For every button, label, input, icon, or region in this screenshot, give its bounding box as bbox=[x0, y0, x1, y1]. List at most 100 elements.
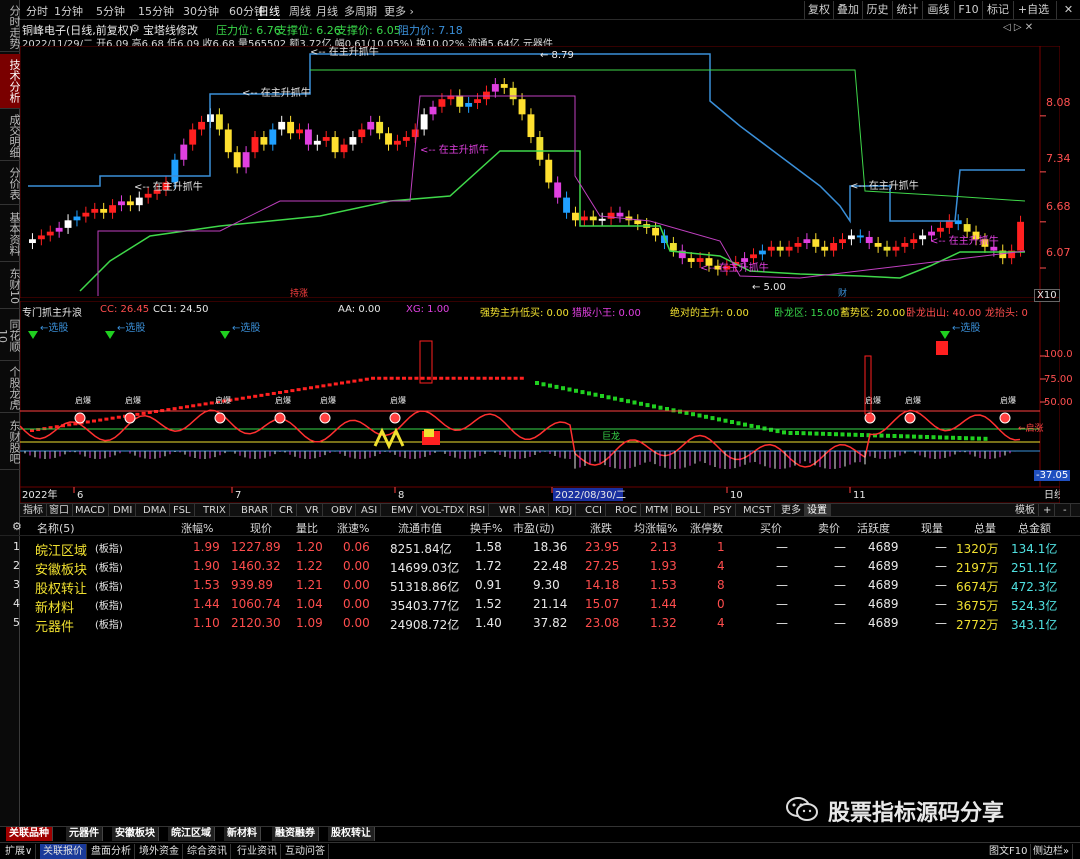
col-header-16[interactable]: 总金额 bbox=[1018, 520, 1051, 536]
ind-right-0[interactable]: 模板 bbox=[1012, 504, 1039, 517]
table-row[interactable]: 3 股权转让 (板指) 1.53 939.89 1.21 0.00 51318.86亿 0.91… bbox=[0, 576, 1080, 597]
ind-tab-21[interactable]: BOLL bbox=[672, 504, 705, 517]
related-tab-6[interactable]: 股权转让 bbox=[328, 827, 375, 841]
col-header-0[interactable]: 名称(5) bbox=[37, 520, 75, 536]
period-2[interactable]: 5分钟 bbox=[96, 3, 125, 19]
toolbar-button-4[interactable]: 画线 bbox=[922, 1, 954, 19]
candlestick-chart[interactable]: ← 8.79 ← 5.00 <-- 在主升抓牛 <-- 在主升抓牛 <-- 在主升抓牛 <… bbox=[20, 46, 1060, 298]
ind-tab-13[interactable]: VOL-TDX bbox=[418, 504, 469, 517]
chart-nav-icons[interactable]: ◁ ▷ ✕ bbox=[1003, 22, 1033, 33]
col-header-1[interactable]: 涨幅% bbox=[181, 520, 213, 536]
toolbar-button-6[interactable]: 标记 bbox=[982, 1, 1013, 19]
sidebar-tab-2[interactable]: 成交明细 bbox=[0, 111, 20, 161]
ind-tab-3[interactable]: DMI bbox=[110, 504, 137, 517]
toolbar-button-7[interactable]: +自选 bbox=[1013, 1, 1053, 19]
ind-tab-19[interactable]: ROC bbox=[612, 504, 641, 517]
toolbar-button-1[interactable]: 叠加 bbox=[833, 1, 862, 19]
ind-tab-20[interactable]: MTM bbox=[642, 504, 673, 517]
toolbar-button-5[interactable]: F10 bbox=[954, 1, 982, 19]
sidebar-tab-0[interactable]: 分时走势 bbox=[0, 2, 20, 52]
status-right-0[interactable]: 图文F10 bbox=[986, 844, 1032, 859]
col-header-7[interactable]: 市盈(动) bbox=[513, 520, 555, 536]
settings-gear-icon[interactable]: ⚙ bbox=[12, 520, 22, 533]
col-header-10[interactable]: 涨停数 bbox=[690, 520, 723, 536]
period-1[interactable]: 1分钟 bbox=[54, 3, 83, 19]
ind-tab-11[interactable]: ASI bbox=[358, 504, 382, 517]
sidebar-tab-1[interactable]: 技术分析 bbox=[0, 54, 20, 109]
table-row[interactable]: 4 新材料 (板指) 1.44 1060.74 1.04 0.00 35403.77亿 1.52… bbox=[0, 595, 1080, 616]
status-item-1[interactable]: 关联报价 bbox=[40, 844, 87, 859]
col-header-13[interactable]: 活跃度 bbox=[857, 520, 890, 536]
related-tab-0[interactable]: 关联品种 bbox=[6, 827, 53, 841]
period-10[interactable]: 更多 › bbox=[384, 3, 414, 19]
ind-tab-17[interactable]: KDJ bbox=[552, 504, 577, 517]
col-header-5[interactable]: 流通市值 bbox=[398, 520, 442, 536]
period-4[interactable]: 30分钟 bbox=[183, 3, 219, 19]
ind-tab-9[interactable]: VR bbox=[302, 504, 323, 517]
ind-tab-1[interactable]: 窗口 bbox=[46, 504, 73, 517]
related-tab-2[interactable]: 安徽板块 bbox=[112, 827, 159, 841]
status-item-6[interactable]: 互动问答 bbox=[282, 844, 329, 859]
ind-tab-22[interactable]: PSY bbox=[710, 504, 736, 517]
ind-right-2[interactable]: - bbox=[1060, 504, 1071, 517]
sidebar-tab-8[interactable]: 东财股吧 bbox=[0, 415, 20, 470]
sidebar-tab-5[interactable]: 东财10 bbox=[0, 264, 20, 309]
col-header-11[interactable]: 买价 bbox=[760, 520, 782, 536]
ind-tab-5[interactable]: FSL bbox=[170, 504, 195, 517]
ind-tab-18[interactable]: CCI bbox=[582, 504, 606, 517]
ind-tab-8[interactable]: CR bbox=[276, 504, 297, 517]
period-7[interactable]: 周线 bbox=[289, 3, 311, 19]
sidebar-tab-3[interactable]: 分价表 bbox=[0, 163, 20, 205]
related-tab-3[interactable]: 皖江区域 bbox=[168, 827, 215, 841]
status-right-1[interactable]: 侧边栏» bbox=[1030, 844, 1074, 859]
close-icon[interactable]: ✕ bbox=[1056, 1, 1080, 19]
related-tab-5[interactable]: 融资融券 bbox=[272, 827, 319, 841]
ind-tab-6[interactable]: TRIX bbox=[200, 504, 230, 517]
toolbar-button-2[interactable]: 历史 bbox=[862, 1, 892, 19]
col-header-8[interactable]: 涨跌 bbox=[590, 520, 612, 536]
ind-tab-15[interactable]: WR bbox=[496, 504, 520, 517]
period-6[interactable]: 日线 bbox=[258, 3, 280, 20]
ind-tab-0[interactable]: 指标 bbox=[20, 504, 47, 517]
status-item-0[interactable]: 扩展∨ bbox=[2, 844, 37, 859]
toolbar-button-3[interactable]: 统计 bbox=[892, 1, 922, 19]
ind-tab-10[interactable]: OBV bbox=[328, 504, 357, 517]
ind-tab-25[interactable]: 设置 bbox=[804, 504, 831, 517]
status-item-3[interactable]: 境外资金 bbox=[136, 844, 183, 859]
period-3[interactable]: 15分钟 bbox=[138, 3, 174, 19]
sidebar-tab-6[interactable]: 同花顺10 bbox=[0, 311, 20, 361]
status-item-4[interactable]: 综合资讯 bbox=[184, 844, 231, 859]
ind-tab-14[interactable]: RSI bbox=[466, 504, 490, 517]
ind-tab-2[interactable]: MACD bbox=[72, 504, 109, 517]
related-tab-4[interactable]: 新材料 bbox=[224, 827, 261, 841]
ind-tab-24[interactable]: 更多 bbox=[778, 504, 805, 517]
toolbar-button-0[interactable]: 复权 bbox=[804, 1, 833, 19]
ind-tab-7[interactable]: BRAR bbox=[238, 504, 273, 517]
ind-tab-23[interactable]: MCST bbox=[740, 504, 776, 517]
table-row[interactable]: 1 皖江区域 (板指) 1.99 1227.89 1.20 0.06 8251.84亿 1.58… bbox=[0, 538, 1080, 559]
period-8[interactable]: 月线 bbox=[316, 3, 338, 19]
ind-tab-16[interactable]: SAR bbox=[522, 504, 550, 517]
col-header-3[interactable]: 量比 bbox=[296, 520, 318, 536]
ind-tab-12[interactable]: EMV bbox=[388, 504, 417, 517]
ind-title[interactable]: 专门抓主升浪 bbox=[22, 304, 82, 319]
col-header-12[interactable]: 卖价 bbox=[818, 520, 840, 536]
table-row[interactable]: 5 元器件 (板指) 1.10 2120.30 1.09 0.00 24908.72亿 1.40… bbox=[0, 614, 1080, 635]
period-9[interactable]: 多周期 bbox=[344, 3, 377, 19]
status-item-5[interactable]: 行业资讯 bbox=[234, 844, 281, 859]
indicator-gear-icon[interactable]: ⚙ bbox=[130, 22, 140, 35]
ind-tab-4[interactable]: DMA bbox=[140, 504, 171, 517]
col-header-2[interactable]: 现价 bbox=[250, 520, 272, 536]
sidebar-tab-4[interactable]: 基本资料 bbox=[0, 207, 20, 262]
period-0[interactable]: 分时 bbox=[26, 3, 48, 19]
related-tab-1[interactable]: 元器件 bbox=[66, 827, 103, 841]
col-header-4[interactable]: 涨速% bbox=[337, 520, 369, 536]
col-header-9[interactable]: 均涨幅% bbox=[634, 520, 677, 536]
ind-right-1[interactable]: + bbox=[1040, 504, 1056, 517]
col-header-15[interactable]: 总量 bbox=[974, 520, 996, 536]
sidebar-tab-7[interactable]: 个股龙虎 bbox=[0, 363, 20, 413]
col-header-6[interactable]: 换手% bbox=[470, 520, 502, 536]
status-item-2[interactable]: 盘面分析 bbox=[88, 844, 135, 859]
col-header-14[interactable]: 现量 bbox=[921, 520, 943, 536]
table-row[interactable]: 2 安徽板块 (板指) 1.90 1460.32 1.22 0.00 14699.03亿 1.7… bbox=[0, 557, 1080, 578]
